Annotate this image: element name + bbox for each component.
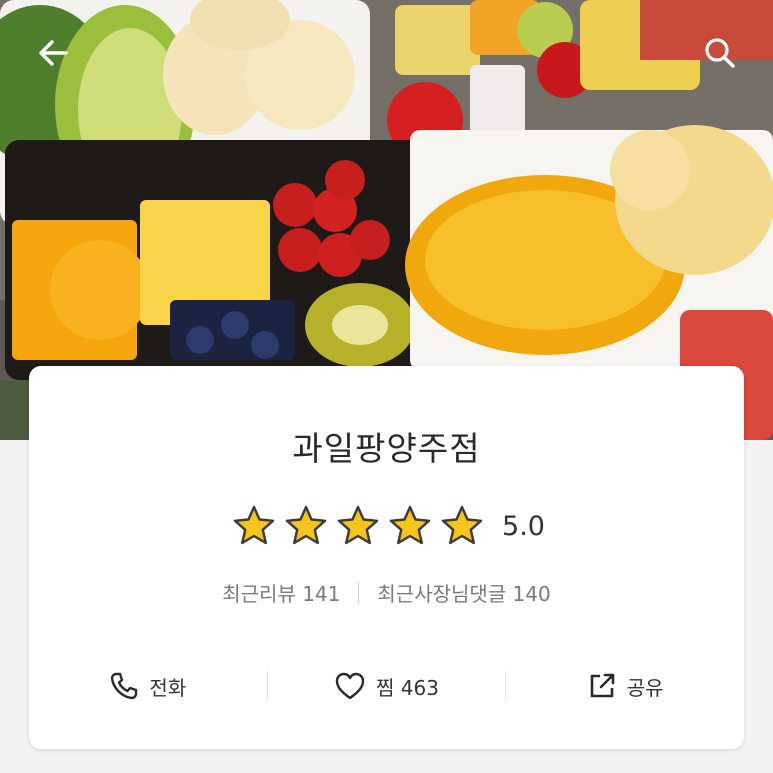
action-bar: 전화 찜 463 공유 xyxy=(29,666,744,706)
call-label: 전화 xyxy=(149,675,187,700)
arrow-left-icon xyxy=(39,40,68,66)
search-icon xyxy=(705,38,735,68)
phone-icon xyxy=(111,672,138,700)
store-info-card: 과일팡양주점 5.0 최근리뷰 141 최근사장님댓글 140 전화 찜 463 xyxy=(29,366,744,749)
star-icon xyxy=(337,505,379,545)
review-stats: 최근리뷰 141 최근사장님댓글 140 xyxy=(29,578,744,607)
rating-row: 5.0 xyxy=(29,502,744,550)
heart-icon xyxy=(335,672,365,700)
share-icon xyxy=(590,673,615,698)
recent-reviews-link[interactable]: 최근리뷰 141 xyxy=(222,578,340,607)
share-label: 공유 xyxy=(626,675,664,700)
favorite-button[interactable]: 찜 463 xyxy=(268,671,506,701)
share-button[interactable]: 공유 xyxy=(506,671,744,701)
star-icon xyxy=(441,505,483,545)
search-button[interactable] xyxy=(697,30,743,76)
call-button[interactable]: 전화 xyxy=(29,671,267,701)
star-icon xyxy=(285,505,327,545)
back-button[interactable] xyxy=(30,30,76,76)
star-icon xyxy=(233,505,275,545)
favorite-label: 찜 463 xyxy=(376,675,439,700)
owner-comments-link[interactable]: 최근사장님댓글 140 xyxy=(377,578,550,607)
star-icon xyxy=(389,505,431,545)
divider xyxy=(358,581,360,604)
store-name: 과일팡양주점 xyxy=(292,429,481,468)
rating-score: 5.0 xyxy=(502,510,545,542)
